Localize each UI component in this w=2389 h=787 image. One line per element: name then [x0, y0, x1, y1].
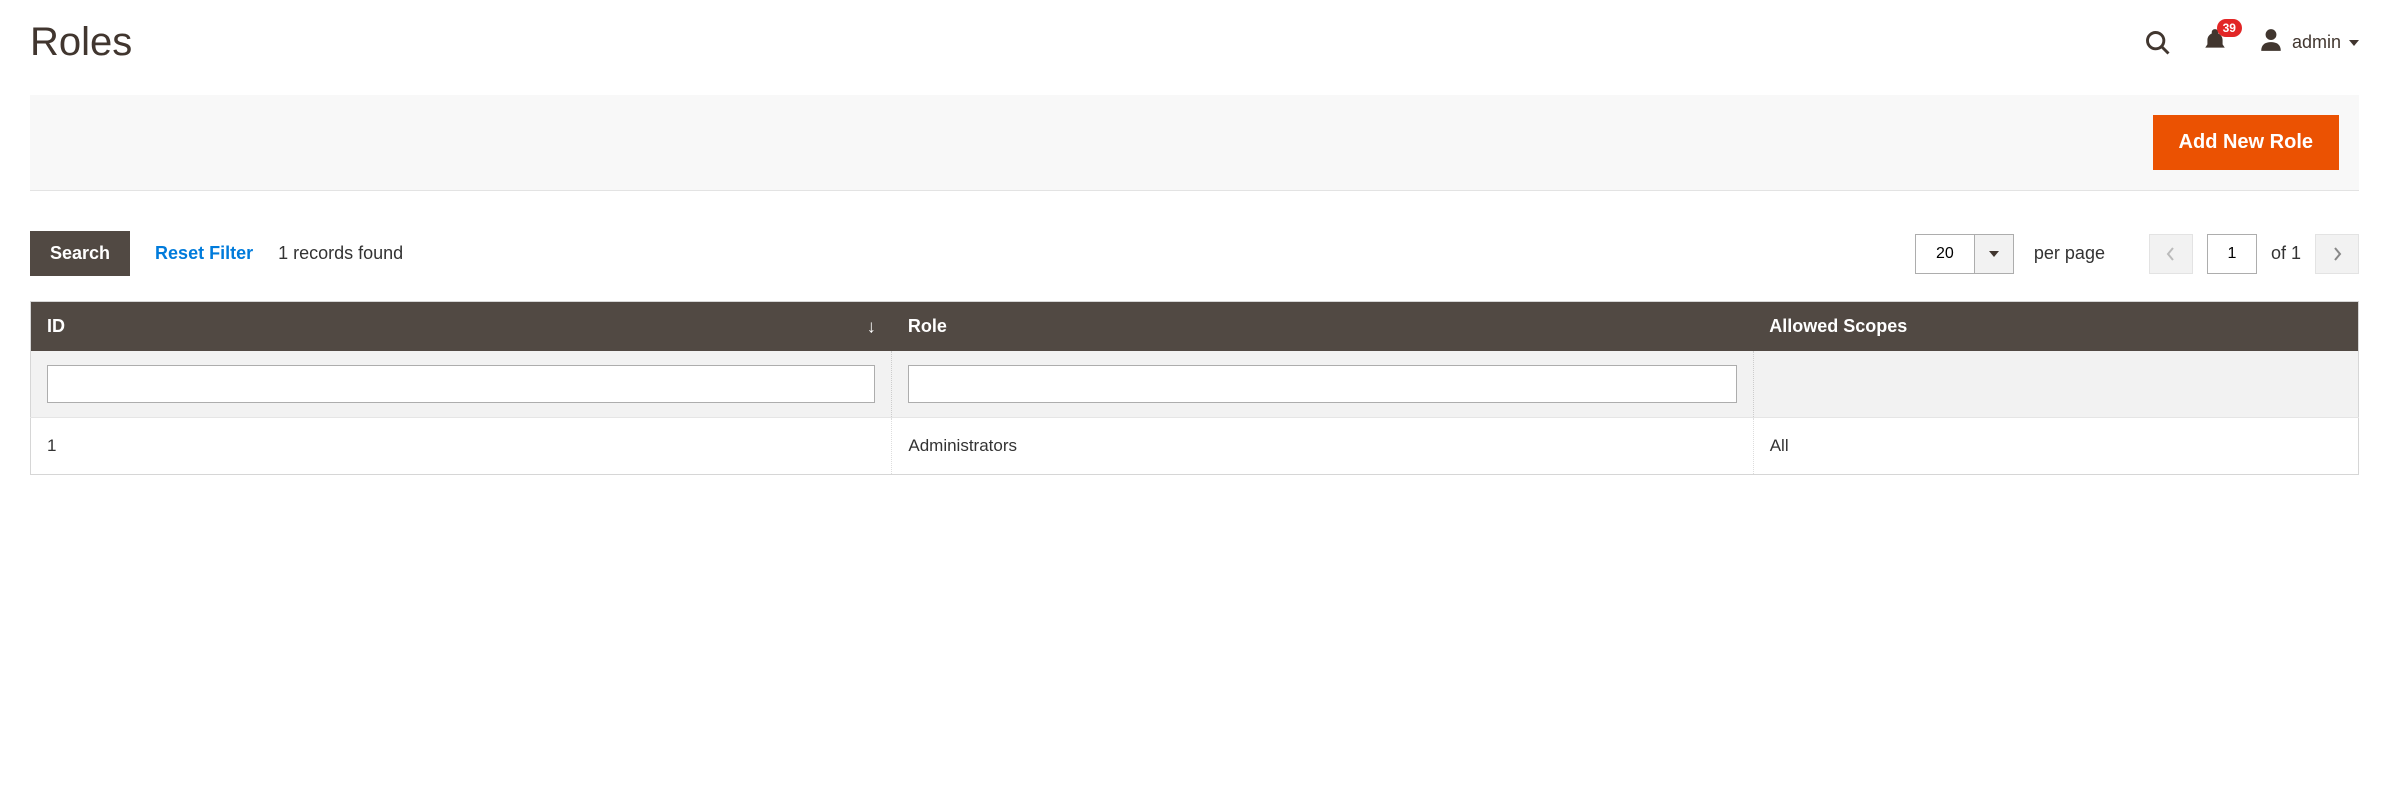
user-menu[interactable]: admin [2258, 27, 2359, 58]
filter-id-input[interactable] [47, 365, 875, 403]
per-page-dropdown-button[interactable] [1974, 234, 2014, 274]
sort-down-icon: ↓ [867, 316, 876, 337]
cell-id: 1 [31, 418, 892, 475]
search-button[interactable]: Search [30, 231, 130, 276]
column-header-id[interactable]: ID ↓ [31, 302, 892, 352]
username-label: admin [2292, 32, 2341, 53]
cell-scopes: All [1753, 418, 2358, 475]
cell-role: Administrators [892, 418, 1753, 475]
prev-page-button[interactable] [2149, 234, 2193, 274]
caret-down-icon [1989, 251, 1999, 257]
page-title: Roles [30, 20, 132, 65]
roles-grid: ID ↓ Role Allowed Scopes 1 Administrator… [30, 301, 2359, 475]
notification-badge: 39 [2217, 19, 2242, 37]
caret-down-icon [2349, 40, 2359, 46]
filter-scopes-cell [1753, 351, 2358, 418]
current-page-input[interactable] [2207, 234, 2257, 274]
column-header-scopes-label: Allowed Scopes [1769, 316, 1907, 336]
chevron-right-icon [2331, 246, 2343, 262]
column-header-scopes[interactable]: Allowed Scopes [1753, 302, 2358, 352]
reset-filter-link[interactable]: Reset Filter [155, 243, 253, 264]
records-found-text: 1 records found [278, 243, 403, 264]
global-search-icon[interactable] [2144, 29, 2172, 57]
user-icon [2258, 27, 2284, 58]
column-header-id-label: ID [47, 316, 65, 336]
column-header-role[interactable]: Role [892, 302, 1753, 352]
per-page-input[interactable] [1915, 234, 1975, 274]
next-page-button[interactable] [2315, 234, 2359, 274]
page-of-label: of 1 [2271, 243, 2301, 264]
filter-role-input[interactable] [908, 365, 1736, 403]
column-header-role-label: Role [908, 316, 947, 336]
chevron-left-icon [2165, 246, 2177, 262]
notifications-button[interactable]: 39 [2202, 27, 2228, 58]
add-new-role-button[interactable]: Add New Role [2153, 115, 2339, 170]
per-page-label: per page [2034, 243, 2105, 264]
table-row[interactable]: 1 Administrators All [31, 418, 2359, 475]
